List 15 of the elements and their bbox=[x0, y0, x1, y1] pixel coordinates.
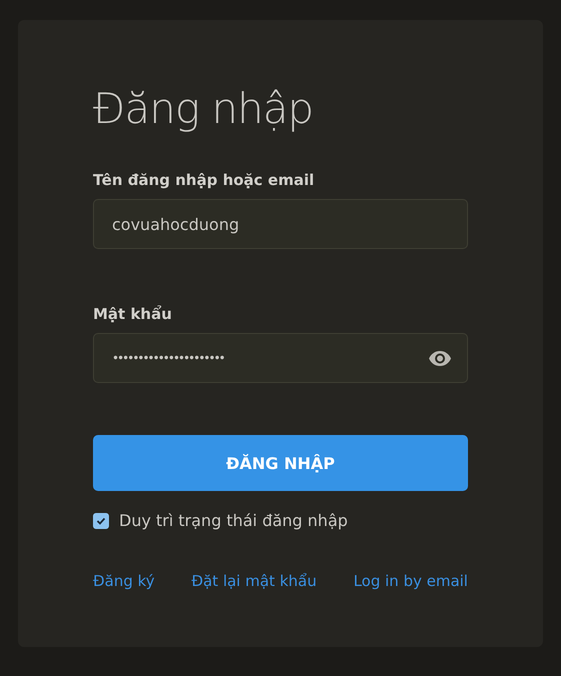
footer-link[interactable]: Đăng ký bbox=[93, 572, 155, 590]
field-label: Tên đăng nhập hoặc email bbox=[93, 171, 316, 189]
field-value: covuahocduong bbox=[112, 214, 240, 234]
eye-icon[interactable] bbox=[429, 350, 451, 366]
remember-label: Duy trì trạng thái đăng nhập bbox=[119, 511, 348, 530]
field-label: Mật khẩu bbox=[93, 305, 173, 323]
login-title: Đăng nhập bbox=[93, 88, 314, 130]
username-field[interactable]: covuahocduong bbox=[93, 199, 468, 249]
footer-link[interactable]: Đặt lại mật khẩu bbox=[191, 572, 317, 590]
footer-link[interactable]: Log in by email bbox=[353, 572, 468, 590]
checkmark-icon bbox=[96, 516, 106, 526]
password-field[interactable]: •••••••••••••••••••••• bbox=[93, 333, 468, 383]
login-button[interactable]: ĐĂNG NHẬP bbox=[93, 435, 468, 491]
remember-checkbox[interactable] bbox=[93, 512, 109, 528]
masked-password: •••••••••••••••••••••• bbox=[112, 351, 224, 365]
